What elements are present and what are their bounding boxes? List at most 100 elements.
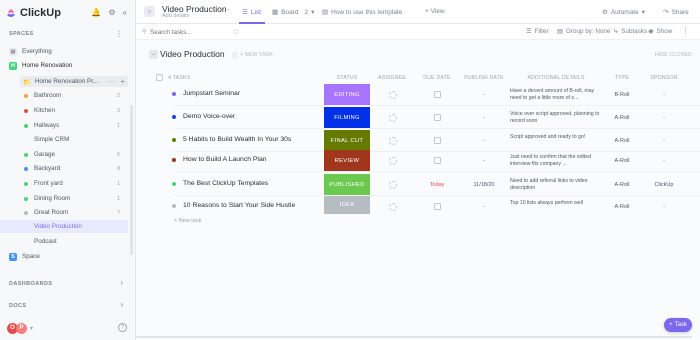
tab-board[interactable]: ▦ Board 2 ▾	[272, 8, 314, 17]
status-badge[interactable]: FINAL CUT	[324, 130, 370, 152]
status-badge[interactable]: IDEA	[324, 196, 370, 214]
task-sponsor[interactable]: -	[644, 204, 684, 210]
task-type[interactable]: A-Roll	[602, 204, 642, 210]
add-icon[interactable]: +	[120, 77, 125, 86]
task-type[interactable]: A-Roll	[602, 115, 642, 121]
clickup-logo[interactable]: ClickUp	[6, 6, 61, 20]
more-icon[interactable]: ⋮	[682, 27, 689, 35]
new-task-button[interactable]: + New task	[174, 218, 201, 224]
sidebar-item-list[interactable]: Backyard 8	[0, 162, 128, 175]
status-badge[interactable]: PUBLISHED	[324, 174, 370, 196]
avatar[interactable]: P	[16, 322, 27, 334]
task-name[interactable]: 10 Reasons to Start Your Side Hustle	[183, 202, 295, 209]
tab-list[interactable]: ☰ List	[242, 8, 261, 17]
column-header-publish-date[interactable]: PUBLISH DATE	[462, 75, 506, 81]
table-row[interactable]: The Best ClickUp Templates PUBLISHED Tod…	[172, 174, 700, 196]
add-task-fab[interactable]: + Task	[664, 318, 692, 332]
publish-date[interactable]: -	[464, 158, 504, 164]
additional-details[interactable]: Script approved and ready to go!	[510, 134, 600, 141]
group-menu-icon[interactable]: ⓘ	[232, 51, 238, 60]
automate-button[interactable]: ⚙ Automate ▾	[602, 8, 645, 17]
sidebar-scrollbar[interactable]	[130, 105, 133, 255]
add-details-link[interactable]: Add details	[162, 13, 189, 19]
sidebar-item-list[interactable]: Front yard 1	[0, 177, 128, 190]
bell-icon[interactable]: 🔔	[91, 8, 101, 17]
sidebar-item-video-production[interactable]: Video Production	[0, 220, 128, 233]
dashboards-label[interactable]: DASHBOARDS	[9, 281, 52, 287]
sidebar-item-list[interactable]: Podcast	[0, 235, 128, 248]
folder-more-icon[interactable]: ···	[108, 78, 114, 85]
sidebar-item-list[interactable]: Kitchen 3	[0, 104, 128, 117]
table-row[interactable]: How to Build A Launch Plan REVIEW - Just…	[172, 150, 700, 172]
table-row[interactable]: 5 Habits to Build Wealth In Your 30s FIN…	[172, 130, 700, 152]
additional-details[interactable]: Have a decent amount of B-roll, may need…	[510, 88, 600, 101]
task-type[interactable]: A-Roll	[602, 182, 642, 188]
filter-button[interactable]: ☰ Filter	[526, 28, 549, 35]
assignee-icon[interactable]	[389, 181, 397, 189]
table-row[interactable]: Demo Voice-over FILMING - Voice over scr…	[172, 107, 700, 129]
subtasks-button[interactable]: ↳ Subtasks	[613, 28, 647, 35]
publish-date[interactable]: -	[464, 138, 504, 144]
status-badge[interactable]: FILMING	[324, 107, 370, 129]
add-view-button[interactable]: + View	[425, 8, 445, 15]
select-all-checkbox[interactable]	[156, 74, 163, 81]
calendar-icon[interactable]	[434, 157, 441, 164]
task-name[interactable]: How to Build A Launch Plan	[183, 156, 267, 163]
sidebar-item-space[interactable]: S Space	[0, 250, 128, 263]
due-date[interactable]: Today	[422, 182, 452, 188]
column-header-due-date[interactable]: DUE DATE	[419, 75, 455, 81]
task-type[interactable]: B-Roll	[602, 92, 642, 98]
task-sponsor[interactable]: -	[644, 115, 684, 121]
chevron-right-icon[interactable]: ›	[120, 278, 123, 287]
publish-date[interactable]: -	[464, 204, 504, 210]
assignee-icon[interactable]	[389, 157, 397, 165]
sidebar-item-everything[interactable]: ▦ Everything	[0, 45, 128, 58]
table-row[interactable]: 10 Reasons to Start Your Side Hustle IDE…	[172, 196, 700, 218]
additional-details[interactable]: Just need to confirm that the edited int…	[510, 154, 600, 167]
calendar-icon[interactable]	[434, 91, 441, 98]
task-sponsor[interactable]: -	[644, 158, 684, 164]
assignee-icon[interactable]	[389, 91, 397, 99]
list-icon[interactable]: ○	[144, 6, 155, 17]
task-sponsor[interactable]: -	[644, 138, 684, 144]
status-badge[interactable]: REVIEW	[324, 150, 370, 172]
sidebar-item-list[interactable]: Bathroom 2	[0, 89, 128, 102]
assignee-icon[interactable]	[389, 203, 397, 211]
sidebar-item-list[interactable]: Hallways 1	[0, 119, 128, 132]
column-header-type[interactable]: TYPE	[602, 75, 642, 81]
collapse-sidebar-icon[interactable]: «	[123, 8, 127, 17]
title-menu-icon[interactable]: ·	[227, 4, 230, 14]
task-name[interactable]: Demo Voice-over	[183, 113, 235, 120]
sidebar-item-list[interactable]: Dining Room 1	[0, 192, 128, 205]
additional-details[interactable]: Top 10 lists always perform well	[510, 200, 600, 207]
show-button[interactable]: ◉ Show	[648, 28, 672, 35]
column-header-status[interactable]: STATUS	[324, 75, 370, 81]
publish-date[interactable]: -	[464, 115, 504, 121]
task-sponsor[interactable]: -	[644, 92, 684, 98]
spaces-menu-icon[interactable]: ⋮	[115, 29, 123, 38]
calendar-icon[interactable]	[434, 137, 441, 144]
help-icon[interactable]: ?	[118, 323, 127, 332]
column-header-sponsor[interactable]: SPONSOR	[644, 75, 684, 81]
hide-closed-button[interactable]: HIDE CLOSED	[655, 52, 692, 58]
task-name[interactable]: Jumpstart Seminar	[183, 90, 240, 97]
chevron-down-icon[interactable]: ▾	[30, 325, 33, 332]
calendar-icon[interactable]	[434, 203, 441, 210]
column-header-additional-details[interactable]: ADDITIONAL DETAILS	[510, 75, 602, 81]
search-help-icon[interactable]: ⓘ	[233, 28, 239, 37]
sidebar-item-space-home-renovation[interactable]: H Home Renovation	[0, 59, 128, 72]
table-row[interactable]: Jumpstart Seminar EDITING - Have a decen…	[172, 84, 700, 106]
new-task-button-top[interactable]: + NEW TASK	[240, 52, 273, 58]
calendar-icon[interactable]	[434, 114, 441, 121]
task-type[interactable]: A-Roll	[602, 158, 642, 164]
task-type[interactable]: A-Roll	[602, 138, 642, 144]
additional-details[interactable]: Voice over script approved, planning to …	[510, 111, 600, 124]
docs-label[interactable]: DOCS	[9, 303, 27, 309]
publish-date[interactable]: 11/18/20	[464, 182, 504, 188]
sidebar-folder[interactable]: 📁 Home Renovation Pr... ··· +	[20, 76, 128, 87]
sidebar-item-list[interactable]: Great Room 7	[0, 206, 128, 219]
status-badge[interactable]: EDITING	[324, 84, 370, 106]
sidebar-item-list[interactable]: Garage 5	[0, 148, 128, 161]
chevron-right-icon[interactable]: ›	[120, 300, 123, 309]
additional-details[interactable]: Need to add referral links to video desc…	[510, 178, 600, 191]
